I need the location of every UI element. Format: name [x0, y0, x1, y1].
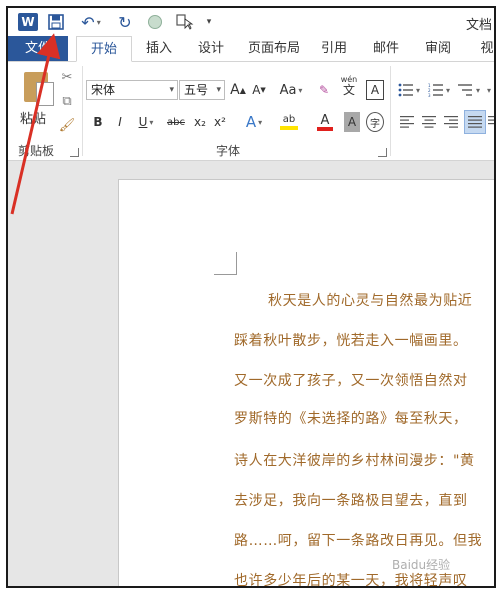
bold-button[interactable]: B: [90, 112, 106, 132]
enclose-characters-button[interactable]: 字: [366, 112, 384, 132]
multilevel-list-icon[interactable]: ▾: [456, 80, 482, 100]
font-name-select[interactable]: 宋体 ▾: [86, 80, 178, 100]
chevron-down-icon[interactable]: ▾: [484, 80, 492, 100]
ribbon-tabs: 文件 开始 插入 设计 页面布局 引用 邮件 审阅 视: [8, 36, 494, 62]
highlight-button[interactable]: ab: [272, 112, 306, 132]
highlight-color-bar: [280, 126, 298, 130]
paste-label: 粘贴: [20, 112, 47, 127]
grow-font-button[interactable]: A ▲: [229, 80, 247, 100]
clipboard-group-label: 剪贴板: [18, 144, 55, 158]
tab-mailings[interactable]: 邮件: [366, 36, 406, 62]
tab-page-layout[interactable]: 页面布局: [240, 36, 308, 62]
grow-font-glyph: A: [230, 82, 240, 98]
character-shading-button[interactable]: A: [344, 112, 360, 132]
redo-icon[interactable]: ↻: [116, 13, 134, 32]
tab-view[interactable]: 视: [472, 36, 494, 62]
tab-references[interactable]: 引用: [314, 36, 354, 62]
strikethrough-button[interactable]: abc: [164, 112, 188, 132]
touch-mode-icon[interactable]: [174, 13, 196, 31]
align-right-icon[interactable]: [442, 112, 460, 132]
underline-button[interactable]: U ▾: [134, 112, 158, 132]
font-color-button[interactable]: A: [310, 112, 340, 132]
document-line[interactable]: 踩着秋叶散步，恍若走入一幅画里。: [234, 330, 468, 350]
text-effects-glyph: A: [245, 113, 257, 131]
baidu-watermark: Baidu经验: [392, 558, 451, 572]
format-painter-icon[interactable]: 🖌: [58, 116, 76, 134]
change-case-glyph: Aa: [279, 82, 297, 98]
group-separator: [390, 66, 391, 156]
document-title: 文档: [465, 18, 492, 33]
chevron-down-icon: ▾: [216, 85, 221, 95]
cut-icon[interactable]: ✂: [58, 68, 76, 86]
tab-file[interactable]: 文件: [8, 36, 68, 62]
font-size-select[interactable]: 五号 ▾: [179, 80, 225, 100]
character-border-button[interactable]: A: [366, 80, 384, 100]
subscript-button[interactable]: x₂: [192, 112, 208, 132]
save-icon[interactable]: [48, 13, 64, 31]
document-line[interactable]: 去涉足，我向一条路极目望去，直到: [234, 490, 468, 510]
change-case-button[interactable]: Aa ▾: [276, 80, 306, 100]
document-line[interactable]: 路……呵，留下一条路改日再见。但我: [234, 530, 482, 550]
font-color-glyph: A: [320, 112, 330, 128]
document-line[interactable]: 诗人在大洋彼岸的乡村林间漫步："黄: [234, 450, 475, 470]
font-group-label: 字体: [216, 144, 241, 158]
shrink-font-button[interactable]: A ▼: [250, 80, 268, 100]
circle-icon[interactable]: [146, 13, 164, 31]
font-launcher-icon[interactable]: [378, 148, 387, 157]
superscript-button[interactable]: x²: [212, 112, 228, 132]
align-center-icon[interactable]: [420, 112, 438, 132]
phonetic-char: 文: [342, 82, 355, 97]
clear-formatting-icon[interactable]: ✎: [315, 80, 333, 100]
highlight-glyph: ab: [282, 114, 296, 125]
tab-home[interactable]: 开始: [76, 36, 132, 62]
group-separator: [82, 66, 83, 156]
italic-button[interactable]: I: [112, 112, 128, 132]
font-name-value: 宋体: [91, 83, 116, 97]
tab-design[interactable]: 设计: [188, 36, 234, 62]
undo-icon[interactable]: ↶ ▾: [78, 13, 104, 32]
document-line[interactable]: 又一次成了孩子，又一次领悟自然对: [234, 370, 468, 390]
document-line[interactable]: 罗斯特的《未选择的路》每至秋天，: [234, 408, 468, 428]
underline-glyph: U: [138, 115, 148, 129]
chevron-down-icon: ▾: [169, 85, 174, 95]
numbering-icon[interactable]: 1 2 3 ▾: [426, 80, 452, 100]
shrink-font-glyph: A: [252, 83, 261, 97]
phonetic-guide-button[interactable]: wén 文: [338, 75, 360, 97]
word-window: W ↶ ▾ ↻ ▾ 文档 文件 开始 插入 设计 页面布局 引用 邮件 审阅 视…: [6, 6, 496, 588]
text-effects-button[interactable]: A ▾: [240, 112, 268, 132]
tab-review[interactable]: 审阅: [418, 36, 458, 62]
bullets-icon[interactable]: ▾: [396, 80, 422, 100]
paste-button[interactable]: 粘贴: [16, 68, 56, 138]
copy-icon[interactable]: ⧉: [58, 92, 76, 110]
document-line[interactable]: 秋天是人的心灵与自然最为贴近: [268, 290, 472, 310]
svg-text:3: 3: [428, 93, 431, 97]
distributed-align-icon[interactable]: [488, 112, 494, 132]
font-size-value: 五号: [184, 83, 209, 97]
customize-qat-icon[interactable]: ▾: [203, 13, 215, 31]
justify-icon[interactable]: [464, 110, 486, 134]
ribbon-home: 粘贴 ✂ ⧉ 🖌 剪贴板 宋体 ▾ 五号 ▾ A ▲ A ▼ Aa ▾ ✎ wén 文…: [8, 61, 494, 161]
clipboard-launcher-icon[interactable]: [70, 148, 79, 157]
paste-paper-icon: [36, 82, 54, 106]
word-app-icon[interactable]: W: [18, 13, 38, 31]
align-left-icon[interactable]: [398, 112, 416, 132]
tab-insert[interactable]: 插入: [136, 36, 182, 62]
quick-access-toolbar: W ↶ ▾ ↻ ▾ 文档: [8, 8, 494, 36]
page-margin-marker: [214, 252, 237, 275]
font-color-bar: [317, 126, 333, 131]
